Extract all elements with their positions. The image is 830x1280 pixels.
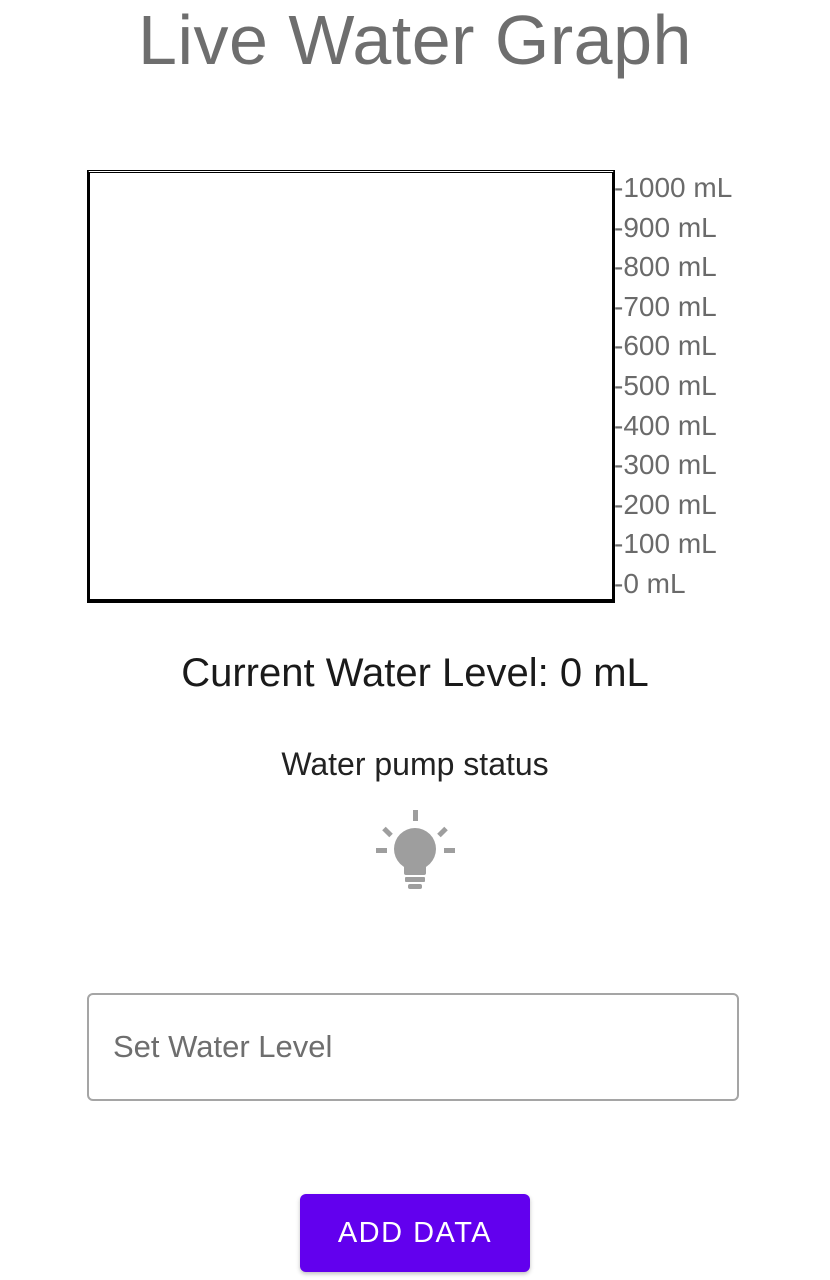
set-water-level-input[interactable] (87, 993, 739, 1101)
add-data-button[interactable]: ADD DATA (300, 1194, 530, 1272)
scale-label: -500 mL (614, 370, 717, 401)
page-title: Live Water Graph (138, 1, 692, 79)
scale-label: -800 mL (614, 251, 717, 283)
scale-label: -200 mL (614, 488, 717, 520)
water-tank-graph (87, 170, 615, 603)
scale-label: -400 mL (614, 409, 717, 441)
scale-label: -600 mL (614, 330, 717, 362)
scale-label: -100 mL (614, 528, 717, 560)
lightbulb-icon (376, 810, 455, 889)
current-water-level: Current Water Level: 0 mL (181, 651, 649, 695)
scale-label: -700 mL (614, 290, 717, 322)
level-scale: -1000 mL -900 mL -800 mL -700 mL -600 mL -500… (614, 170, 814, 600)
scale-label: -1000 mL (614, 172, 733, 203)
pump-status-label: Water pump status (281, 746, 549, 782)
scale-label: -0 mL (614, 568, 686, 599)
scale-label: -300 mL (614, 449, 717, 481)
scale-label: -900 mL (614, 211, 717, 243)
